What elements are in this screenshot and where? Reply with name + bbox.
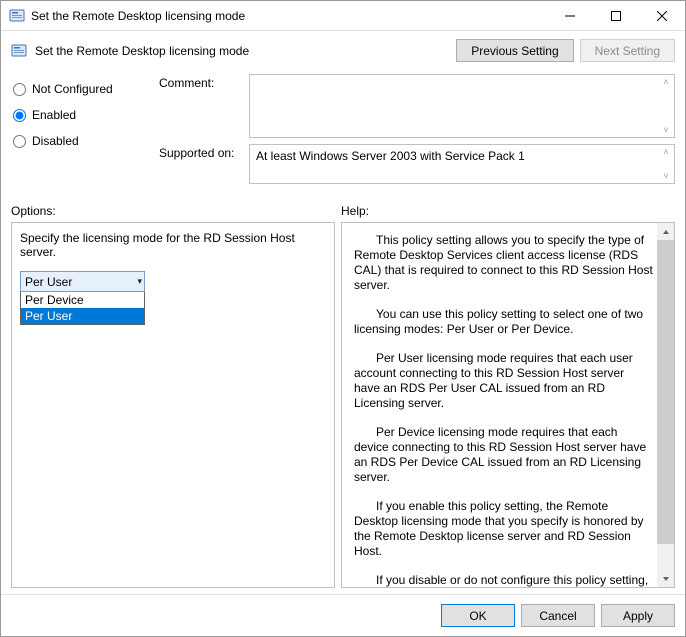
radio-not-configured-input[interactable]: [13, 83, 26, 96]
panels: Specify the licensing mode for the RD Se…: [1, 222, 685, 594]
help-label: Help:: [341, 204, 369, 218]
help-scrollbar[interactable]: [657, 223, 674, 587]
policy-icon: [9, 8, 25, 24]
chevron-up-icon: ˄: [660, 77, 672, 87]
radio-not-configured[interactable]: Not Configured: [11, 76, 159, 102]
radio-label: Enabled: [32, 108, 76, 122]
supported-on-value: At least Windows Server 2003 with Servic…: [256, 149, 525, 163]
help-paragraph: If you enable this policy setting, the R…: [354, 499, 653, 559]
comment-input[interactable]: ˄ ˅: [249, 74, 675, 138]
scroll-up-button[interactable]: [657, 223, 674, 240]
help-paragraph: Per User licensing mode requires that ea…: [354, 351, 653, 411]
sub-header: Set the Remote Desktop licensing mode Pr…: [1, 31, 685, 74]
radio-label: Not Configured: [32, 82, 113, 96]
cancel-button[interactable]: Cancel: [521, 604, 595, 627]
dialog-window: Set the Remote Desktop licensing mode Se…: [0, 0, 686, 637]
scroll-track[interactable]: [657, 240, 674, 570]
chevron-down-icon: ˅: [660, 171, 672, 181]
title-bar: Set the Remote Desktop licensing mode: [1, 1, 685, 31]
radio-disabled-input[interactable]: [13, 135, 26, 148]
help-paragraph: You can use this policy setting to selec…: [354, 307, 653, 337]
next-setting-button: Next Setting: [580, 39, 675, 62]
scroll-thumb[interactable]: [657, 240, 674, 544]
previous-setting-button[interactable]: Previous Setting: [456, 39, 573, 62]
radio-disabled[interactable]: Disabled: [11, 128, 159, 154]
help-content: This policy setting allows you to specif…: [342, 223, 657, 587]
close-button[interactable]: [639, 1, 685, 31]
option-per-device[interactable]: Per Device: [21, 292, 144, 308]
window-title: Set the Remote Desktop licensing mode: [31, 9, 547, 23]
radio-enabled-input[interactable]: [13, 109, 26, 122]
radio-enabled[interactable]: Enabled: [11, 102, 159, 128]
chevron-down-icon: ˅: [660, 125, 672, 135]
minimize-button[interactable]: [547, 1, 593, 31]
comment-scroll-hint: ˄ ˅: [660, 77, 672, 135]
help-paragraph: If you disable or do not configure this …: [354, 573, 653, 587]
policy-icon: [11, 43, 27, 59]
supported-scroll-hint: ˄ ˅: [660, 147, 672, 181]
apply-button[interactable]: Apply: [601, 604, 675, 627]
supported-on-box: At least Windows Server 2003 with Servic…: [249, 144, 675, 184]
chevron-up-icon: ˄: [660, 147, 672, 157]
config-row: Not Configured Enabled Disabled Comment:…: [1, 74, 685, 190]
options-label: Options:: [11, 204, 341, 218]
policy-title: Set the Remote Desktop licensing mode: [35, 44, 450, 58]
dialog-footer: OK Cancel Apply: [1, 594, 685, 636]
ok-button[interactable]: OK: [441, 604, 515, 627]
radio-label: Disabled: [32, 134, 79, 148]
supported-on-label: Supported on:: [159, 144, 249, 184]
help-paragraph: Per Device licensing mode requires that …: [354, 425, 653, 485]
maximize-button[interactable]: [593, 1, 639, 31]
scroll-down-button[interactable]: [657, 570, 674, 587]
options-prompt: Specify the licensing mode for the RD Se…: [20, 231, 326, 259]
option-per-user[interactable]: Per User: [21, 308, 144, 324]
panel-labels: Options: Help:: [1, 190, 685, 222]
chevron-down-icon: ▾: [137, 276, 142, 287]
licensing-mode-combo[interactable]: Per User ▾: [20, 271, 145, 292]
state-radios: Not Configured Enabled Disabled: [11, 74, 159, 190]
comment-label: Comment:: [159, 74, 249, 138]
combo-selected: Per User: [25, 275, 72, 289]
help-paragraph: This policy setting allows you to specif…: [354, 233, 653, 293]
help-panel: This policy setting allows you to specif…: [341, 222, 675, 588]
licensing-mode-dropdown[interactable]: Per Device Per User: [20, 292, 145, 325]
options-panel: Specify the licensing mode for the RD Se…: [11, 222, 335, 588]
fields-column: Comment: ˄ ˅ Supported on: At least Wind…: [159, 74, 675, 190]
